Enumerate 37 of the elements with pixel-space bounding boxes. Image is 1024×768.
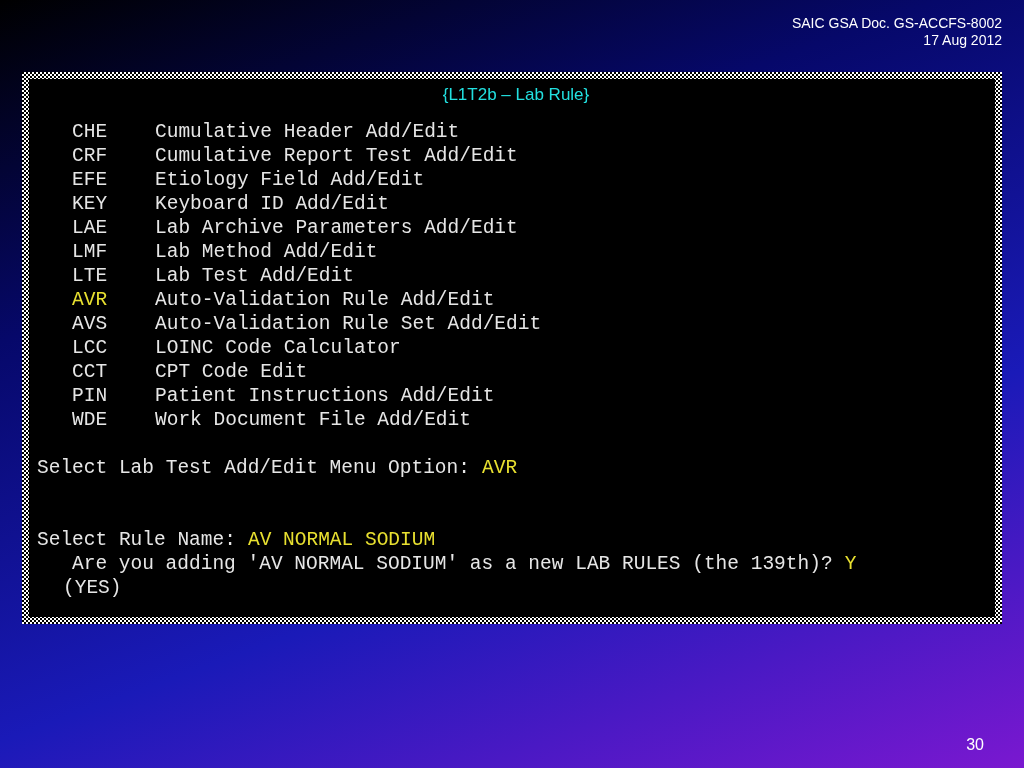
document-id: SAIC GSA Doc. GS-ACCFS-8002 xyxy=(791,15,1002,32)
prompt-text: Select Rule Name: xyxy=(37,528,236,552)
terminal-title: {L1T2b – Lab Rule} xyxy=(442,84,590,106)
document-date: 17 Aug 2012 xyxy=(922,32,1002,49)
page-number: 30 xyxy=(966,735,984,755)
option-label: Etiology Field Add/Edit xyxy=(155,168,425,192)
terminal-output: (YES) xyxy=(63,576,122,600)
option-code: CCT xyxy=(72,360,109,384)
option-code: AVS xyxy=(72,312,109,336)
prompt-text: Are you adding 'AV NORMAL SODIUM' as a new LAB RULES (the 139th)? xyxy=(72,552,833,576)
option-label: Cumulative Report Test Add/Edit xyxy=(155,144,518,168)
option-label: Lab Method Add/Edit xyxy=(155,240,378,264)
typed-answer: AV NORMAL SODIUM xyxy=(247,528,436,552)
option-code: LAE xyxy=(72,216,109,240)
option-label: Keyboard ID Add/Edit xyxy=(155,192,390,216)
option-label: Work Document File Add/Edit xyxy=(155,408,471,432)
option-label: Patient Instructions Add/Edit xyxy=(155,384,495,408)
option-label: Cumulative Header Add/Edit xyxy=(155,120,460,144)
option-code: LMF xyxy=(72,240,109,264)
option-label: Lab Archive Parameters Add/Edit xyxy=(155,216,518,240)
option-code: CRF xyxy=(72,144,109,168)
option-label: Auto-Validation Rule Add/Edit xyxy=(155,288,495,312)
option-label: Auto-Validation Rule Set Add/Edit xyxy=(155,312,542,336)
option-label: LOINC Code Calculator xyxy=(155,336,401,360)
option-code: PIN xyxy=(72,384,109,408)
typed-answer: AVR xyxy=(482,456,518,480)
prompt-text: Select Lab Test Add/Edit Menu Option: xyxy=(37,456,470,480)
option-label: Lab Test Add/Edit xyxy=(155,264,354,288)
option-label: CPT Code Edit xyxy=(155,360,308,384)
option-code: AVR xyxy=(72,288,109,312)
option-code: KEY xyxy=(72,192,109,216)
option-code: EFE xyxy=(72,168,109,192)
option-code: LCC xyxy=(72,336,109,360)
typed-answer: Y xyxy=(844,552,857,576)
option-code: CHE xyxy=(72,120,109,144)
option-code: WDE xyxy=(72,408,109,432)
option-code: LTE xyxy=(72,264,109,288)
